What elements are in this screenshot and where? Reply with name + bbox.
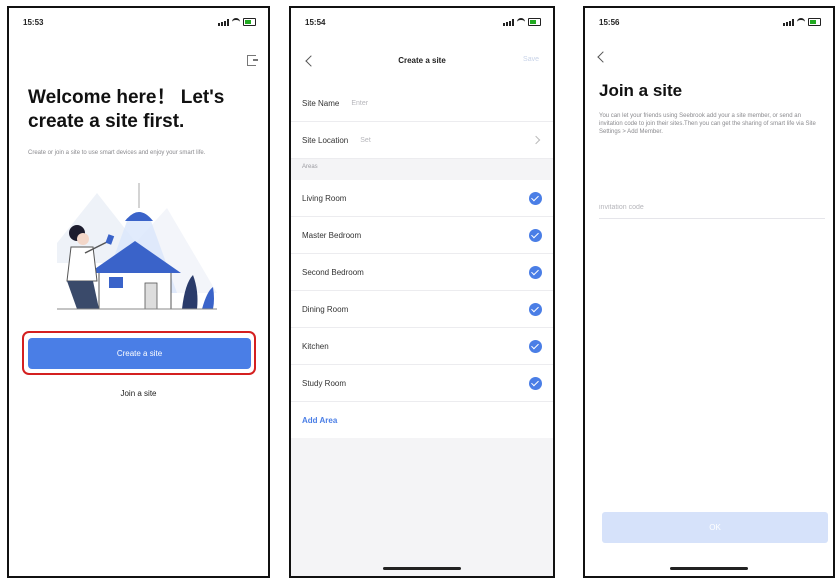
add-area-button[interactable]: Add Area (291, 402, 553, 438)
site-location-value: Set (360, 136, 371, 144)
area-list: Living Room Master Bedroom Second Bedroo… (291, 180, 553, 438)
page-title: Welcome here！ Let's create a site first. (28, 87, 225, 132)
join-site-link[interactable]: Join a site (9, 389, 268, 398)
site-location-label: Site Location (302, 135, 349, 145)
invitation-code-input[interactable] (599, 200, 825, 219)
area-name: Dining Room (302, 304, 349, 314)
area-item[interactable]: Dining Room (291, 291, 553, 328)
page-title: Create a site (398, 56, 446, 65)
site-location-row[interactable]: Site Location Set (291, 122, 553, 159)
home-indicator (383, 567, 461, 570)
signal-icon (783, 18, 794, 26)
phone-screen-create-site: 15:54 Create a site Save Site Name Enter… (289, 6, 555, 578)
page-description: You can let your friends using Seebrook … (599, 113, 816, 135)
areas-section-label: Areas (302, 164, 318, 170)
area-item[interactable]: Living Room (291, 180, 553, 217)
site-name-label: Site Name (302, 98, 340, 108)
site-name-row[interactable]: Site Name Enter (291, 85, 553, 122)
back-icon[interactable] (597, 51, 609, 63)
area-name: Second Bedroom (302, 267, 364, 277)
ok-button[interactable]: OK (602, 512, 828, 543)
area-name: Master Bedroom (302, 230, 362, 240)
battery-icon (528, 18, 541, 26)
page-subtitle: Create or join a site to use smart devic… (28, 150, 206, 156)
site-name-input[interactable]: Enter (351, 100, 368, 107)
area-item[interactable]: Second Bedroom (291, 254, 553, 291)
create-site-button[interactable]: Create a site (28, 338, 251, 369)
wifi-icon (232, 18, 240, 26)
battery-icon (243, 18, 256, 26)
site-info-section: Site Name Enter Site Location Set (291, 85, 553, 159)
status-bar: 15:56 (585, 8, 833, 36)
area-item[interactable]: Kitchen (291, 328, 553, 365)
status-bar: 15:53 (9, 8, 268, 36)
status-time: 15:53 (23, 18, 44, 27)
area-item[interactable]: Master Bedroom (291, 217, 553, 254)
check-icon[interactable] (529, 339, 542, 353)
check-icon[interactable] (529, 228, 542, 242)
save-button[interactable]: Save (523, 56, 539, 63)
nav-header: 15:54 Create a site Save (291, 8, 553, 85)
home-indicator (670, 567, 748, 570)
phone-screen-join-site: 15:56 Join a site You can let your frien… (583, 6, 835, 578)
check-icon[interactable] (529, 302, 542, 316)
check-icon[interactable] (529, 265, 542, 279)
signal-icon (503, 18, 514, 26)
status-bar: 15:54 (291, 8, 553, 36)
status-time: 15:54 (305, 18, 326, 27)
area-name: Kitchen (302, 341, 329, 351)
wifi-icon (517, 18, 525, 26)
area-item[interactable]: Study Room (291, 365, 553, 402)
wifi-icon (797, 18, 805, 26)
battery-icon (808, 18, 821, 26)
signal-icon (218, 18, 229, 26)
status-time: 15:56 (599, 18, 620, 27)
check-icon[interactable] (529, 376, 542, 390)
page-title: Join a site (599, 81, 683, 100)
house-illustration (57, 183, 217, 310)
phone-screen-welcome: 15:53 Welcome here！ Let's create a site … (7, 6, 270, 578)
exit-icon[interactable] (247, 55, 258, 66)
area-name: Living Room (302, 193, 347, 203)
area-name: Study Room (302, 378, 347, 388)
chevron-right-icon (531, 135, 541, 145)
check-icon[interactable] (529, 191, 542, 205)
